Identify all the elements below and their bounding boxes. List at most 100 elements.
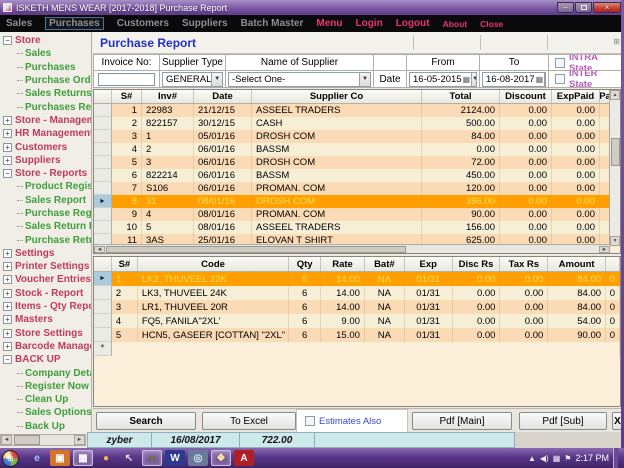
notes-app-icon[interactable]: ◎ [188, 450, 208, 466]
row-selector[interactable] [94, 143, 112, 156]
table-row[interactable]: 3105/01/16DROSH COM84.000.000.00 [94, 130, 620, 143]
tree-item-company-deta[interactable]: Company Deta [0, 366, 91, 379]
adobe-reader-icon[interactable]: A [234, 450, 254, 466]
row-selector[interactable] [94, 221, 112, 234]
column-header-cut[interactable] [606, 257, 620, 271]
volume-icon[interactable]: ◀) [540, 454, 549, 463]
tree-item-sales-returns[interactable]: Sales Returns [0, 87, 91, 100]
to-date-picker[interactable]: 16-08-2017▦▼ [482, 72, 546, 87]
message-tray-icon[interactable]: ▦ [553, 454, 561, 463]
collapse-icon[interactable]: − [3, 36, 12, 45]
pdf-main-button[interactable]: Pdf [Main] [412, 412, 512, 430]
expand-icon[interactable]: + [3, 275, 12, 284]
supplier-name-dropdown[interactable]: -Select One-▼ [228, 72, 371, 87]
scroll-down-icon[interactable]: ▼ [610, 236, 620, 246]
menu-item-about[interactable]: About [443, 19, 468, 29]
current-row-arrow-icon[interactable]: ► [94, 195, 112, 208]
folder-icon[interactable]: ▱ [142, 450, 162, 466]
word-app-icon[interactable]: W [165, 450, 185, 466]
panel-options-icon[interactable]: ⊞ [613, 37, 620, 46]
column-header-date[interactable]: Date [194, 90, 252, 103]
tree-item-sales-report[interactable]: Sales Report [0, 194, 91, 207]
table-row[interactable]: 2LK3, THUVEEL 24K614.00NA01/310.000.0084… [94, 286, 620, 300]
tree-item-purchase-retur[interactable]: Purchase Retur [0, 233, 91, 246]
expand-icon[interactable]: + [3, 249, 12, 258]
scroll-right-icon[interactable]: ► [74, 435, 85, 445]
column-header-rate[interactable]: Rate [321, 257, 365, 271]
start-button[interactable]: ⊞ [2, 450, 19, 467]
chevron-down-icon[interactable]: ▼ [544, 73, 546, 86]
tree-item-back-up[interactable]: Back Up [0, 420, 91, 433]
row-selector[interactable] [94, 104, 112, 117]
estimates-also-checkbox[interactable] [305, 416, 315, 426]
search-button[interactable]: Search [96, 412, 196, 430]
tree-item-sales-options[interactable]: Sales Options[ [0, 406, 91, 419]
invoice-no-input[interactable] [98, 73, 155, 86]
menu-item-batch-master[interactable]: Batch Master [241, 18, 304, 29]
tree-item-sales-return-r[interactable]: Sales Return R [0, 220, 91, 233]
tree-item-items-qty-repor[interactable]: +Items - Qty Repor [0, 300, 91, 313]
sidebar-horizontal-scrollbar[interactable]: ◄ ► [0, 434, 86, 446]
show-desktop-button[interactable] [613, 448, 618, 468]
running-app-icon[interactable]: ❖ [211, 450, 231, 466]
from-date-picker[interactable]: 16-05-2015▦▼ [409, 72, 477, 87]
current-row-arrow-icon[interactable]: ► [94, 272, 112, 286]
chevron-down-icon[interactable]: ▼ [211, 73, 222, 86]
chevron-down-icon[interactable]: ▼ [359, 73, 370, 86]
office-app-icon[interactable]: ▣ [50, 450, 70, 466]
expand-icon[interactable]: + [3, 143, 12, 152]
tree-item-purchases-ret[interactable]: Purchases Ret [0, 100, 91, 113]
tree-item-printer-settings[interactable]: +Printer Settings [0, 260, 91, 273]
inter-state-checkbox[interactable] [555, 74, 565, 84]
pos-app-icon[interactable]: ▦ [73, 450, 93, 466]
tree-item-stock-report[interactable]: +Stock - Report [0, 287, 91, 300]
column-header-supplier-co[interactable]: Supplier Co [252, 90, 422, 103]
column-header-exppaid[interactable]: ExpPaid [552, 90, 600, 103]
tree-item-store-settings[interactable]: +Store Settings [0, 327, 91, 340]
table-row[interactable]: 4FQ5, FANILA"2XL'69.00NA01/310.000.0054.… [94, 314, 620, 328]
tree-item-customers[interactable]: +Customers [0, 140, 91, 153]
chevron-down-icon[interactable]: ▼ [471, 73, 477, 86]
pointer-tool-icon[interactable]: ↖ [119, 450, 139, 466]
pdf-sub-button[interactable]: Pdf [Sub] [519, 412, 607, 430]
intra-state-checkbox[interactable] [555, 58, 565, 68]
expand-icon[interactable]: + [3, 329, 12, 338]
column-header-s[interactable]: S# [112, 90, 142, 103]
menu-item-sales[interactable]: Sales [6, 18, 32, 29]
internet-explorer-icon[interactable]: e [27, 450, 47, 466]
table-row[interactable]: 12298321/12/15ASSEEL TRADERS2124.000.000… [94, 104, 620, 117]
expand-icon[interactable]: + [3, 342, 12, 351]
scrollbar-thumb[interactable] [611, 138, 620, 166]
scroll-up-icon[interactable]: ▲ [610, 90, 620, 100]
row-selector[interactable] [94, 300, 112, 314]
table-row[interactable]: 4206/01/16BASSM0.000.000.00 [94, 143, 620, 156]
tree-item-purchases[interactable]: Purchases [0, 61, 91, 74]
column-header-amount[interactable]: Amount [548, 257, 606, 271]
scroll-left-icon[interactable]: ◄ [94, 246, 105, 253]
column-header-disc-rs[interactable]: Disc Rs [453, 257, 501, 271]
main-grid-horizontal-scrollbar[interactable]: ◄ ► [94, 244, 610, 253]
tree-item-store-manageme[interactable]: +Store - Manageme [0, 114, 91, 127]
table-row[interactable]: 7S10606/01/16PROMAN. COM120.000.000.00 [94, 182, 620, 195]
table-row[interactable]: 282215730/12/15CASH500.000.000.00 [94, 117, 620, 130]
collapse-icon[interactable]: − [3, 169, 12, 178]
tree-item-voucher-entries[interactable]: +Voucher Entries [0, 273, 91, 286]
row-selector[interactable] [94, 208, 112, 221]
row-selector[interactable] [94, 286, 112, 300]
menu-item-customers[interactable]: Customers [117, 18, 169, 29]
expand-icon[interactable]: + [3, 262, 12, 271]
new-row[interactable]: * [94, 342, 620, 356]
scroll-right-icon[interactable]: ► [599, 246, 610, 253]
column-header-inv[interactable]: Inv# [142, 90, 194, 103]
tree-item-store[interactable]: −Store [0, 34, 91, 47]
table-row[interactable]: 9408/01/16PROMAN. COM90.000.000.00 [94, 208, 620, 221]
column-header-bat[interactable]: Bat# [365, 257, 405, 271]
column-header-discount[interactable]: Discount [500, 90, 552, 103]
tree-item-register-now[interactable]: Register Now [0, 380, 91, 393]
table-row[interactable]: ►1LK2, THUVEEL 22K614.00NA01/310.000.008… [94, 272, 620, 286]
tree-item-purchase-regi[interactable]: Purchase Regi [0, 207, 91, 220]
tree-item-store-reports[interactable]: −Store - Reports [0, 167, 91, 180]
minimize-button[interactable]: – [557, 2, 574, 13]
expand-icon[interactable]: + [3, 315, 12, 324]
menu-item-purchases[interactable]: Purchases [45, 17, 104, 30]
